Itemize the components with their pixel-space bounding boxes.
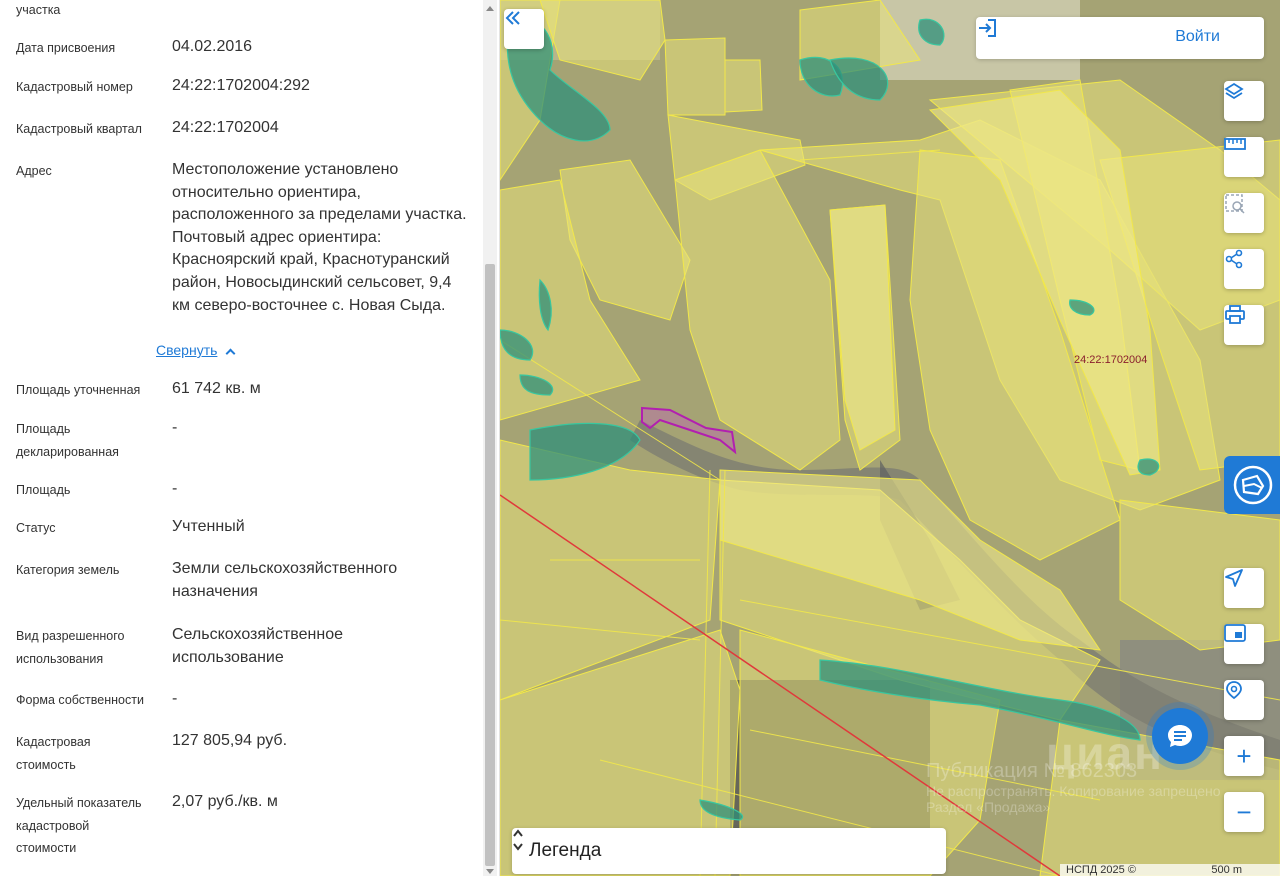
ruler-icon	[1224, 138, 1246, 150]
field-value: 04.02.2016	[172, 38, 253, 55]
field-label: Статус	[16, 521, 56, 535]
info-panel: участка Дата присвоения 04.02.2016 Кадас…	[0, 0, 500, 876]
measure-button[interactable]	[1224, 137, 1264, 177]
field-label: Площадь	[16, 483, 71, 497]
zoom-in-button[interactable]: +	[1224, 736, 1264, 776]
scroll-thumb[interactable]	[485, 264, 495, 866]
location-search-icon	[1226, 681, 1242, 700]
expand-collapse-icon	[513, 829, 523, 851]
printer-icon	[1225, 305, 1245, 324]
legend-dropdown[interactable]: Легенда	[512, 828, 946, 874]
share-button[interactable]	[1224, 249, 1264, 289]
panel-scrollbar[interactable]	[483, 0, 497, 876]
field-value: 61 742 кв. м	[172, 380, 261, 397]
parcel[interactable]	[664, 37, 726, 116]
minimap-button[interactable]	[1224, 624, 1264, 664]
field-label: Кадастровый номер	[16, 80, 133, 94]
layers-icon	[1224, 82, 1244, 100]
field-value: Земли сельскохозяйственного назначения	[172, 560, 398, 600]
login-label: Войти	[1175, 28, 1220, 45]
minus-icon: −	[1236, 796, 1252, 827]
share-icon	[1225, 249, 1243, 269]
chevron-up-icon	[225, 348, 236, 359]
field-value[interactable]: 24:22:1702004	[172, 117, 472, 140]
field-label: Форма собственности	[16, 693, 144, 707]
wetland	[1137, 458, 1160, 476]
field-label: участка	[16, 3, 61, 17]
select-area-icon	[1225, 194, 1245, 214]
field-label: Категория земель	[16, 563, 120, 577]
print-button[interactable]	[1224, 305, 1264, 345]
services-tab[interactable]	[1224, 456, 1280, 514]
service-logo-icon	[1233, 465, 1273, 505]
field-value: 2,07 руб./кв. м	[172, 793, 278, 810]
area-search-button[interactable]	[1224, 193, 1264, 233]
field-label: Дата присвоения	[16, 41, 116, 55]
login-button[interactable]: Войти	[976, 17, 1264, 59]
map-view[interactable]: 24:22:1702004 циан Публикация № 862303 Н…	[500, 0, 1280, 876]
picture-in-picture-icon	[1224, 624, 1246, 642]
collapse-panel-button[interactable]	[504, 9, 544, 49]
field-label: Кадастровый квартал	[16, 122, 142, 136]
chat-icon	[1168, 725, 1192, 747]
legend-label: Легенда	[529, 840, 602, 861]
cadastral-quarter-label: 24:22:1702004	[1074, 354, 1148, 366]
layers-button[interactable]	[1224, 81, 1264, 121]
field-value: Местоположение установлено относительно …	[172, 161, 467, 314]
field-value: 127 805,94 руб.	[172, 732, 288, 749]
field-value: -	[172, 480, 178, 497]
chat-button[interactable]	[1152, 708, 1208, 764]
field-value: Сельскохозяйственное использование	[172, 626, 343, 666]
plus-icon: +	[1236, 740, 1252, 771]
field-label: Кадастровая стоимость	[16, 735, 91, 772]
field-value[interactable]: 24:22:1702004:292	[172, 75, 472, 98]
my-location-button[interactable]	[1224, 568, 1264, 608]
field-label: Адрес	[16, 164, 52, 178]
field-label: Удельный показатель кадастровой стоимост…	[16, 796, 142, 855]
field-label: Площадь уточненная	[16, 383, 141, 397]
field-value: -	[172, 690, 178, 707]
scale-label: 500 m	[1211, 864, 1242, 876]
field-label: Вид разрешенного использования	[16, 629, 125, 666]
double-chevron-left-icon	[505, 11, 520, 25]
attribution-text: НСПД 2025 ©	[1066, 864, 1136, 876]
navigation-arrow-icon	[1225, 569, 1243, 587]
login-icon	[979, 19, 996, 37]
zoom-out-button[interactable]: −	[1224, 792, 1264, 832]
field-label: Площадь декларированная	[16, 422, 119, 459]
collapse-link[interactable]: Свернуть	[156, 342, 236, 359]
scroll-up-arrow-icon[interactable]	[486, 6, 494, 11]
scroll-down-arrow-icon[interactable]	[486, 869, 494, 874]
collapse-label: Свернуть	[156, 342, 218, 358]
geo-search-button[interactable]	[1224, 680, 1264, 720]
map-attribution: НСПД 2025 © 500 m	[1060, 864, 1280, 876]
field-value: Учтенный	[172, 518, 245, 535]
field-value: -	[172, 419, 178, 436]
parcel[interactable]	[724, 59, 763, 113]
